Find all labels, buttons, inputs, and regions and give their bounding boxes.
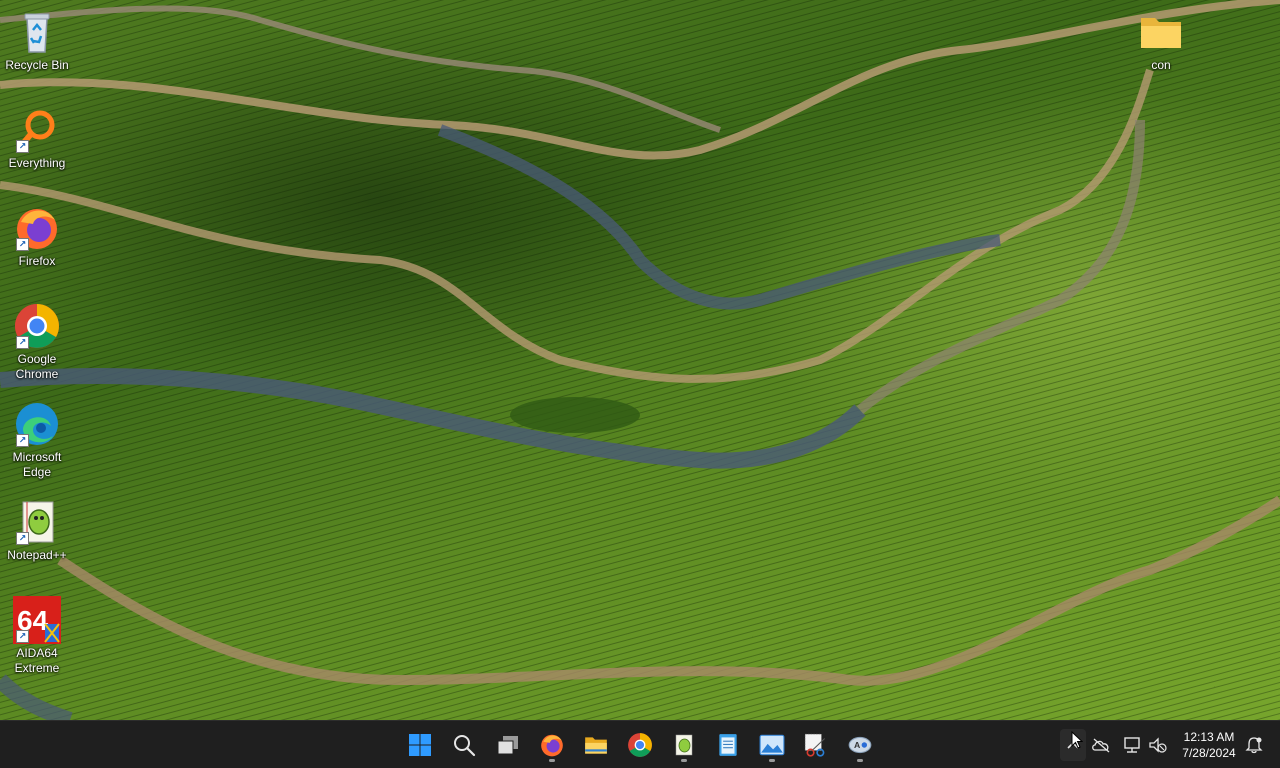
shortcut-arrow-icon: ↗ xyxy=(16,336,29,349)
mouse-cursor-icon xyxy=(1071,731,1083,749)
desktop-icon-label: AIDA64 Extreme xyxy=(14,646,60,675)
folder-icon xyxy=(1137,8,1185,56)
photos-icon xyxy=(759,734,785,756)
desktop[interactable]: Recycle Bin ↗ Everything ↗ Firefox ↗ Goo… xyxy=(0,0,1280,720)
volume-muted-icon xyxy=(1149,737,1167,753)
desktop-icon-notepadpp[interactable]: ↗ Notepad++ xyxy=(4,498,70,563)
taskbar-file-explorer[interactable] xyxy=(578,727,614,763)
search-button[interactable] xyxy=(446,727,482,763)
tray-network[interactable] xyxy=(1120,733,1144,757)
taskbar-photos[interactable] xyxy=(754,727,790,763)
chrome-icon xyxy=(628,733,652,757)
everything-search-icon: ↗ xyxy=(13,106,61,154)
shortcut-arrow-icon: ↗ xyxy=(16,630,29,643)
clock-time: 12:13 AM xyxy=(1183,730,1235,744)
task-view-button[interactable] xyxy=(490,727,526,763)
desktop-icon-firefox[interactable]: ↗ Firefox xyxy=(4,204,70,269)
start-button[interactable] xyxy=(402,727,438,763)
recycle-bin-icon xyxy=(13,8,61,56)
wallpaper-vineyard xyxy=(0,0,1280,720)
task-view-icon xyxy=(497,736,518,755)
snipping-tool-icon xyxy=(804,733,826,757)
desktop-icon-label: Recycle Bin xyxy=(5,58,69,72)
taskbar-firefox[interactable] xyxy=(534,727,570,763)
notepad-icon xyxy=(719,734,737,756)
desktop-icon-label: Firefox xyxy=(18,254,56,268)
running-indicator xyxy=(857,759,863,762)
edge-icon: ↗ xyxy=(13,400,61,448)
desktop-icon-con-folder[interactable]: con xyxy=(1128,8,1194,73)
svg-text:A: A xyxy=(854,740,861,750)
shortcut-arrow-icon: ↗ xyxy=(16,434,29,447)
running-indicator xyxy=(769,759,775,762)
firefox-icon: ↗ xyxy=(13,204,61,252)
taskbar-notepadpp[interactable] xyxy=(666,727,702,763)
desktop-icon-label: Google Chrome xyxy=(15,352,59,381)
file-explorer-icon xyxy=(585,737,607,754)
running-indicator xyxy=(549,759,555,762)
shortcut-arrow-icon: ↗ xyxy=(16,140,29,153)
running-indicator xyxy=(681,759,687,762)
desktop-icon-google-chrome[interactable]: ↗ Google Chrome xyxy=(4,302,70,382)
clock-date: 7/28/2024 xyxy=(1182,746,1236,760)
tray-volume[interactable] xyxy=(1146,733,1170,757)
desktop-icon-microsoft-edge[interactable]: ↗ Microsoft Edge xyxy=(4,400,70,480)
desktop-icon-label: Microsoft Edge xyxy=(12,450,62,479)
network-icon xyxy=(1124,737,1140,753)
shortcut-arrow-icon: ↗ xyxy=(16,532,29,545)
desktop-icon-recycle-bin[interactable]: Recycle Bin xyxy=(4,8,70,73)
notepadpp-icon: ↗ xyxy=(13,498,61,546)
chrome-icon: ↗ xyxy=(13,302,61,350)
aida64-icon: A xyxy=(848,736,872,754)
firefox-icon xyxy=(541,734,563,757)
onedrive-offline-icon xyxy=(1092,738,1110,753)
shortcut-arrow-icon: ↗ xyxy=(16,238,29,251)
taskbar-aida64[interactable]: A xyxy=(842,727,878,763)
search-icon xyxy=(454,735,476,757)
notification-bell-icon xyxy=(1245,737,1263,754)
start-icon xyxy=(409,734,431,756)
aida64-icon: 64 ↗ xyxy=(13,596,61,644)
tray-onedrive[interactable] xyxy=(1089,733,1113,757)
taskbar-snipping-tool[interactable] xyxy=(798,727,834,763)
desktop-icon-label: Everything xyxy=(8,156,66,170)
taskbar-chrome[interactable] xyxy=(622,727,658,763)
desktop-icon-everything[interactable]: ↗ Everything xyxy=(4,106,70,171)
taskbar-clock[interactable]: 12:13 AM 7/28/2024 xyxy=(1172,729,1246,761)
notepadpp-icon xyxy=(675,734,693,756)
desktop-icon-label: con xyxy=(1151,58,1171,72)
taskbar-notepad[interactable] xyxy=(710,727,746,763)
taskbar: A 12:13 AM 7/28/2024 xyxy=(0,720,1280,768)
desktop-icon-label: Notepad++ xyxy=(7,548,67,562)
desktop-icon-aida64-extreme[interactable]: 64 ↗ AIDA64 Extreme xyxy=(4,596,70,676)
notification-center-button[interactable] xyxy=(1242,733,1266,757)
